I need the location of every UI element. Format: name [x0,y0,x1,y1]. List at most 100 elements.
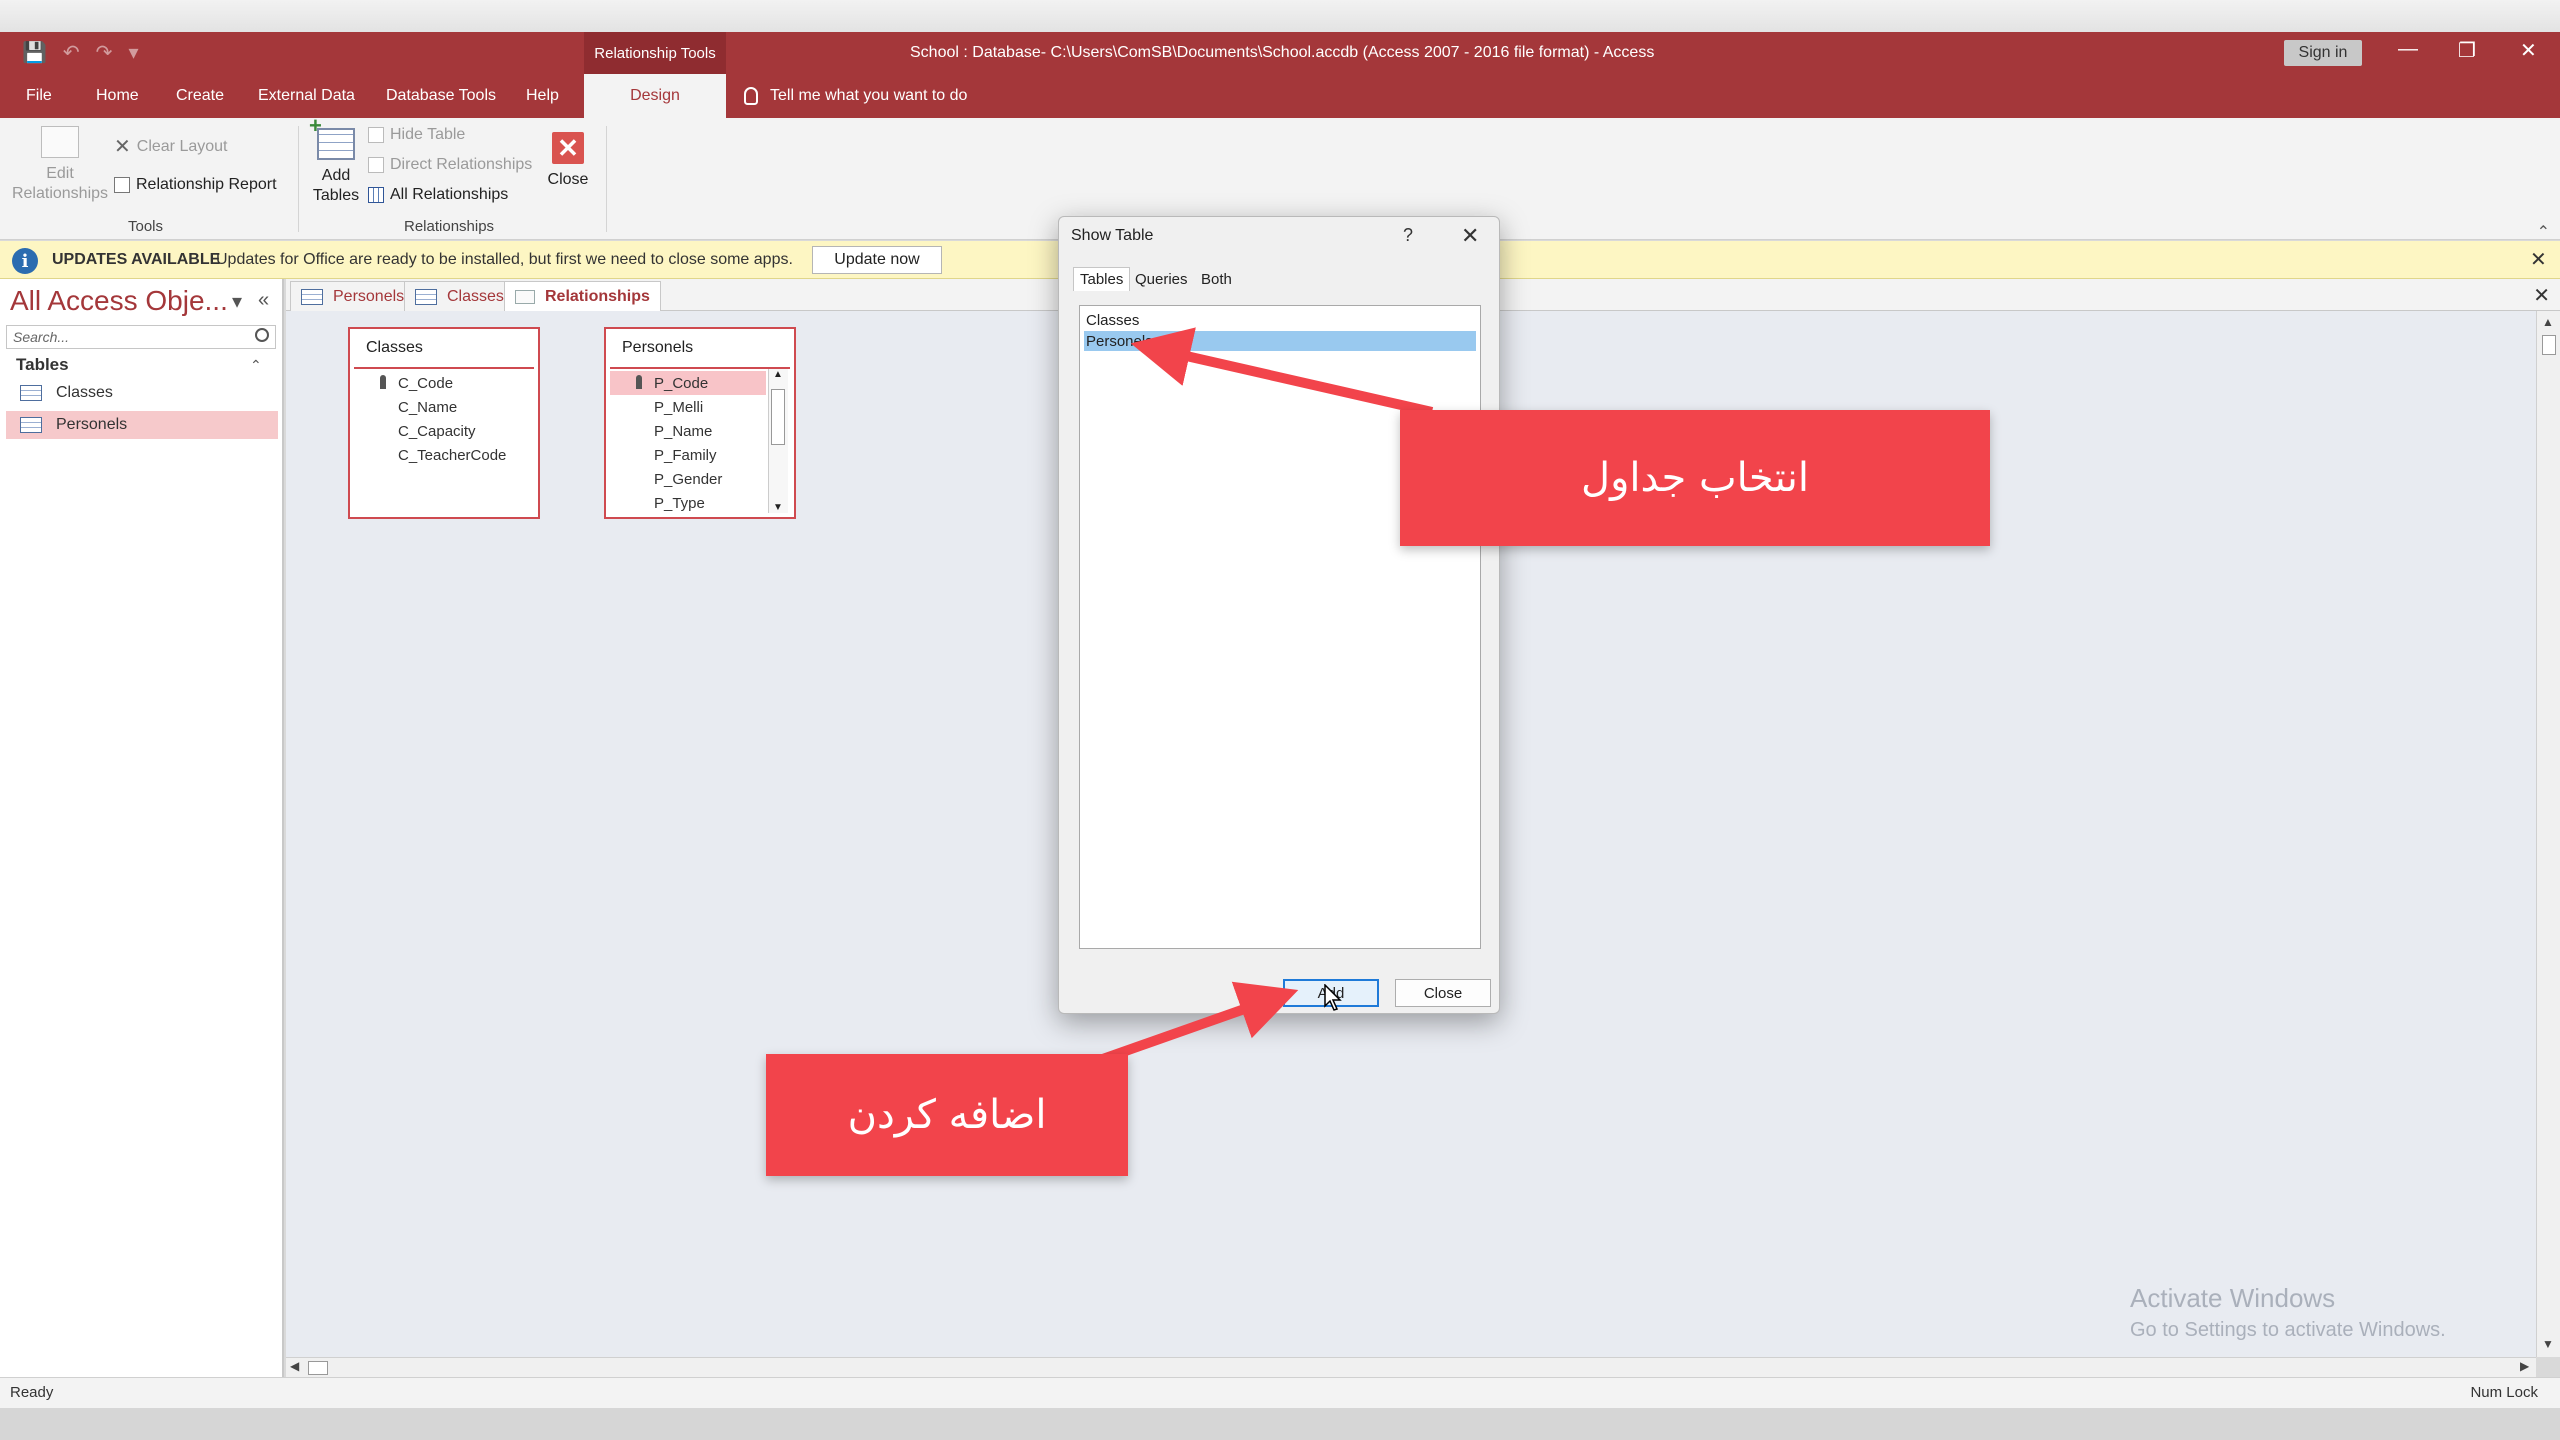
nav-search-input[interactable]: Search... [6,325,276,349]
field-item[interactable]: P_Name [610,419,766,443]
customize-toolbar-icon[interactable]: ▾ [128,40,138,65]
info-icon: i [12,248,38,274]
scroll-left-icon[interactable]: ◀ [290,1359,299,1373]
message-text: Updates for Office are ready to be insta… [216,251,793,268]
nav-section-tables[interactable]: Tables [16,355,69,375]
horizontal-scrollbar[interactable]: ◀ ▶ [286,1357,2536,1377]
tell-me-search[interactable]: Tell me what you want to do [744,74,967,118]
message-close-icon[interactable]: ✕ [2530,247,2547,272]
field-list-title: Classes [366,339,423,356]
field-list-divider [610,367,790,369]
tab-home[interactable]: Home [96,74,139,118]
field-item[interactable]: C_Name [354,395,510,419]
quick-access-toolbar: 💾 ↶ ↷ ▾ [22,40,138,65]
scroll-up-icon[interactable]: ▲ [773,369,783,380]
vertical-scrollbar[interactable]: ▲ ▼ [2536,311,2560,1357]
close-relationships-button[interactable]: ✕ Close [540,132,596,190]
help-icon[interactable]: ? [1403,225,1413,246]
table-icon [20,385,42,401]
doc-tab-relationships[interactable]: Relationships [504,281,661,312]
section-collapse-icon[interactable]: ⌃ [250,357,262,374]
undo-icon[interactable]: ↶ [63,40,80,65]
close-button[interactable]: Close [1395,979,1491,1007]
relationship-report-button[interactable]: Relationship Report [114,176,277,194]
list-item-personels[interactable]: Personels [1084,331,1476,351]
tab-create[interactable]: Create [176,74,224,118]
scroll-right-icon[interactable]: ▶ [2520,1359,2529,1373]
scroll-up-icon[interactable]: ▲ [2542,315,2554,329]
navigation-pane: All Access Obje... ▾ « Search... Tables … [0,279,284,1377]
tab-tables[interactable]: Tables [1073,267,1131,291]
direct-relationships-button[interactable]: Direct Relationships [368,156,532,174]
field-item-selected[interactable]: P_Code [610,371,766,395]
tab-help[interactable]: Help [526,74,559,118]
scroll-thumb[interactable] [2542,335,2556,355]
hide-table-button[interactable]: Hide Table [368,126,465,144]
doc-tab-classes[interactable]: Classes [404,281,515,311]
field-item[interactable]: P_Melli [610,395,766,419]
title-bar: 💾 ↶ ↷ ▾ Relationship Tools School : Data… [0,32,2560,74]
doc-tab-label: Relationships [545,288,650,305]
scroll-down-icon[interactable]: ▼ [2542,1337,2554,1351]
field-item[interactable]: C_TeacherCode [354,443,510,467]
activate-windows-title: Activate Windows [2130,1283,2336,1313]
window-close-icon[interactable]: ✕ [2520,38,2537,63]
field-item[interactable]: P_Gender [610,467,766,491]
field-list-classes[interactable]: Classes C_Code C_Name C_Capacity C_Teach… [348,327,540,519]
dialog-close-icon[interactable]: ✕ [1461,223,1479,249]
clear-layout-button[interactable]: ✕ Clear Layout [114,134,227,159]
tab-both[interactable]: Both [1195,267,1238,291]
doc-tab-personels[interactable]: Personels [290,281,416,311]
save-icon[interactable]: 💾 [22,40,47,65]
search-icon[interactable] [255,328,269,342]
nav-menu-icon[interactable]: ▾ [232,289,242,314]
message-title: UPDATES AVAILABLE [52,251,221,268]
collapse-nav-icon[interactable]: « [258,289,269,312]
nav-item-personels[interactable]: Personels [6,411,278,439]
nav-pane-title[interactable]: All Access Obje... [10,285,228,317]
sign-in-button[interactable]: Sign in [2284,40,2362,66]
tab-database-tools[interactable]: Database Tools [386,74,496,118]
mouse-cursor-icon [1324,984,1342,1011]
callout-select-tables: انتخاب جداول [1400,410,1990,546]
relationships-group-label: Relationships [404,218,495,235]
group-divider [606,126,607,232]
redo-icon[interactable]: ↷ [96,40,113,65]
scroll-thumb[interactable] [308,1361,328,1375]
table-icon [415,288,437,305]
update-now-button[interactable]: Update now [812,246,942,274]
lightbulb-icon [744,87,758,105]
nav-item-label: Classes [56,384,113,401]
scroll-down-icon[interactable]: ▼ [773,502,783,513]
tab-design[interactable]: Design [584,74,726,118]
edit-relationships-label-1: Edit [46,165,74,182]
field-item[interactable]: C_Code [354,371,510,395]
minimize-icon[interactable]: — [2398,38,2418,61]
tab-file[interactable]: File [26,74,52,118]
tab-queries[interactable]: Queries [1129,267,1194,291]
table-list[interactable]: Classes Personels [1079,305,1481,949]
scroll-thumb[interactable] [771,389,785,445]
window-title: School : Database- C:\Users\ComSB\Docume… [910,44,1655,61]
clear-layout-icon: ✕ [114,136,131,158]
restore-icon[interactable]: ❐ [2458,38,2476,63]
collapse-ribbon-icon[interactable]: ⌃ [2537,222,2550,242]
field-list-personels[interactable]: Personels P_Code P_Melli P_Name P_Family… [604,327,796,519]
edit-relationships-icon [41,126,79,158]
field-list-scrollbar[interactable]: ▲ ▼ [768,369,788,513]
edit-relationships-button[interactable]: Edit Relationships [10,126,110,204]
tab-external-data[interactable]: External Data [258,74,355,118]
close-document-icon[interactable]: ✕ [2533,283,2550,308]
list-item-classes[interactable]: Classes [1084,310,1476,330]
hide-table-icon [368,127,384,143]
all-relationships-button[interactable]: All Relationships [368,186,508,204]
field-item[interactable]: P_Type [610,491,766,515]
edit-relationships-label-2: Relationships [11,185,109,202]
field-item[interactable]: C_Capacity [354,419,510,443]
add-tables-button[interactable]: Add Tables [306,116,366,206]
nav-item-classes[interactable]: Classes [6,379,278,407]
add-tables-label-2: Tables [312,187,360,204]
callout-add: اضافه کردن [766,1054,1128,1176]
field-item[interactable]: P_Family [610,443,766,467]
context-tab-title: Relationship Tools [584,32,726,74]
